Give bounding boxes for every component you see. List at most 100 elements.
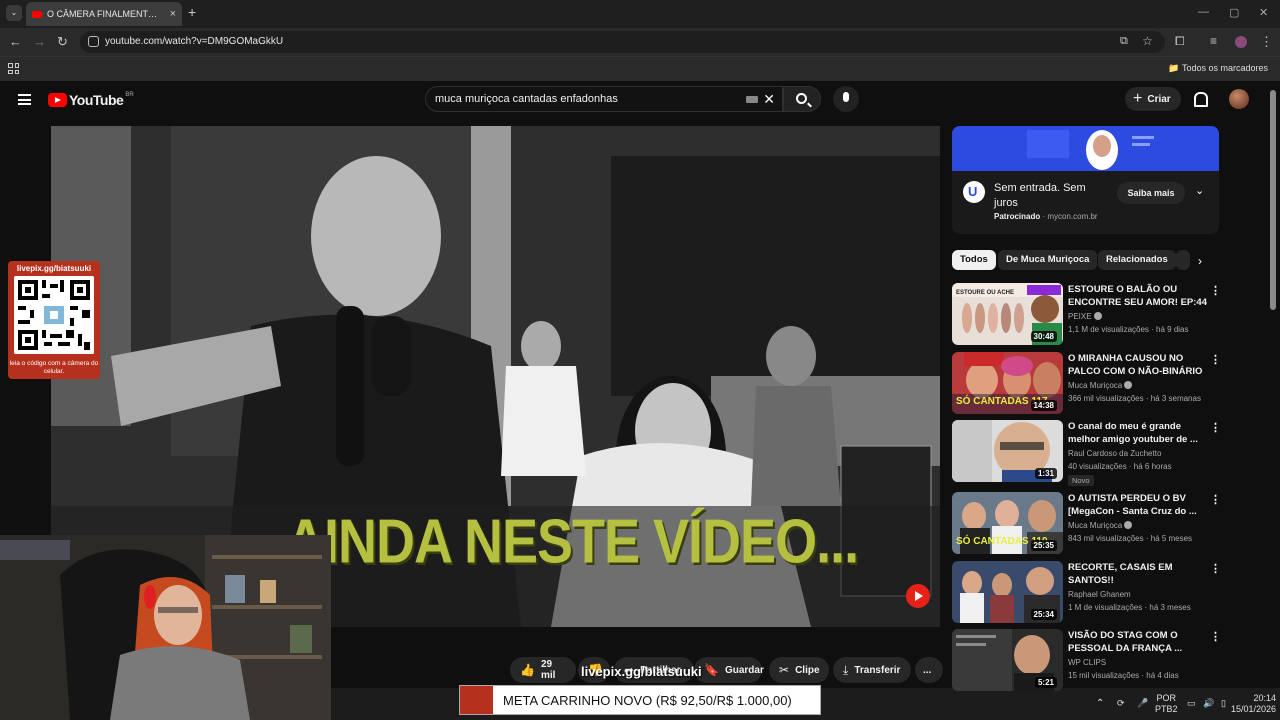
video-stats: 40 visualizações · há 6 horas bbox=[1068, 462, 1172, 471]
learn-more-button[interactable]: Saiba mais bbox=[1117, 182, 1185, 204]
verified-icon bbox=[1093, 312, 1102, 320]
more-actions-icon: ... bbox=[923, 664, 932, 676]
video-title: O AUTISTA PERDEU O BV [MegaCon - Santa C… bbox=[1068, 493, 1197, 517]
youtube-watermark-icon[interactable] bbox=[906, 584, 930, 608]
search-button[interactable] bbox=[783, 86, 821, 112]
qr-instructions: leia o código com a câmera do celular. bbox=[9, 360, 99, 375]
chevron-right-icon[interactable]: › bbox=[1198, 254, 1202, 268]
streamer-webcam bbox=[0, 535, 331, 720]
video-duration: 5:21 bbox=[1034, 677, 1057, 688]
channel-name: Raul Cardoso da Zuchetto bbox=[1068, 449, 1162, 458]
tab-title: O CÂMERA FINALMENTE BEIJO... bbox=[47, 9, 159, 19]
bookmarks-bar: 📁 Todos os marcadores bbox=[0, 56, 1280, 81]
plus-icon: + bbox=[1133, 90, 1143, 107]
ad-domain: mycon.com.br bbox=[1047, 212, 1098, 221]
ad-banner-image bbox=[952, 126, 1219, 171]
youtube-wordmark: YouTube bbox=[69, 92, 124, 108]
language-indicator[interactable]: POR PTB2 bbox=[1155, 693, 1178, 715]
chip-all[interactable]: Todos bbox=[952, 250, 996, 270]
search-icon bbox=[796, 93, 807, 104]
chevron-down-icon[interactable]: ⌄ bbox=[1195, 184, 1204, 197]
create-button[interactable]: + Criar bbox=[1125, 87, 1181, 111]
youtube-logo[interactable]: YouTube BR bbox=[48, 92, 134, 108]
video-overlay-text: AINDA NESTE VÍDEO... bbox=[286, 507, 859, 577]
profile-avatar[interactable] bbox=[1235, 36, 1247, 48]
extensions-icon[interactable]: ⧠ bbox=[1175, 34, 1185, 49]
notifications-bell-icon[interactable] bbox=[1193, 91, 1208, 107]
download-label: Transferir bbox=[854, 664, 901, 676]
tray-overflow-icon[interactable]: ⌃ bbox=[1096, 698, 1104, 709]
chip-from-channel[interactable]: De Muca Muriçoca bbox=[998, 250, 1098, 270]
video-stats: 843 mil visualizações · há 5 meses bbox=[1068, 534, 1193, 543]
back-arrow-icon[interactable]: ← bbox=[9, 34, 22, 49]
date: 15/01/2026 bbox=[1230, 704, 1276, 714]
more-actions-button[interactable]: ... bbox=[915, 657, 943, 683]
search-input[interactable]: muca muriçoca cantadas enfadonhas ✕ bbox=[425, 86, 783, 112]
more-options-icon[interactable]: ⋮ bbox=[1210, 353, 1221, 366]
close-tab-icon[interactable]: × bbox=[170, 8, 176, 20]
forward-arrow-icon[interactable]: → bbox=[33, 34, 46, 49]
address-bar[interactable]: youtube.com/watch?v=DM9GOMaGkkU ⧉ ☆ bbox=[80, 31, 1165, 53]
recommended-video[interactable]: 5:21 VISÃO DO STAG COM O PESSOAL DA FRAN… bbox=[952, 629, 1222, 691]
like-button[interactable]: 👍 29 mil bbox=[510, 657, 576, 683]
recommended-video[interactable]: SÓ CANTADAS 110 25:35 O AUTISTA PERDEU O… bbox=[952, 492, 1222, 554]
recommended-video[interactable]: 1:31 O canal do meu é grande melhor amig… bbox=[952, 420, 1222, 486]
channel-name: Muca Muriçoca bbox=[1068, 521, 1133, 530]
video-title: ESTOURE O BALÃO OU ENCONTRE SEU AMOR! EP… bbox=[1068, 284, 1207, 308]
clear-search-icon[interactable]: ✕ bbox=[763, 91, 775, 108]
more-options-icon[interactable]: ⋮ bbox=[1210, 493, 1221, 506]
create-label: Criar bbox=[1147, 93, 1171, 105]
tab-search-button[interactable]: ⌄ bbox=[6, 5, 22, 21]
goal-progress-fill bbox=[460, 686, 493, 714]
user-avatar[interactable] bbox=[1229, 89, 1249, 109]
volume-icon[interactable]: 🔊 bbox=[1203, 698, 1214, 709]
close-window-icon[interactable]: ✕ bbox=[1259, 6, 1268, 19]
all-bookmarks-folder[interactable]: 📁 Todos os marcadores bbox=[1168, 63, 1268, 74]
time: 20:14 bbox=[1253, 693, 1276, 703]
bookmark-star-icon[interactable]: ☆ bbox=[1142, 34, 1153, 48]
browser-menu-icon[interactable]: ⋮ bbox=[1260, 34, 1273, 50]
minimize-icon[interactable]: — bbox=[1198, 6, 1209, 18]
voice-search-button[interactable] bbox=[833, 86, 859, 112]
download-button[interactable]: ⤓ Transferir bbox=[833, 657, 911, 683]
install-app-icon[interactable]: ⧉ bbox=[1120, 35, 1128, 48]
maximize-icon[interactable]: ▢ bbox=[1229, 6, 1239, 19]
keyboard-layout: PTB2 bbox=[1155, 704, 1178, 714]
menu-icon[interactable] bbox=[18, 94, 31, 105]
network-icon[interactable]: ⟳ bbox=[1117, 698, 1125, 709]
clip-button[interactable]: ✂ Clipe bbox=[769, 657, 829, 683]
more-options-icon[interactable]: ⋮ bbox=[1210, 562, 1221, 575]
sponsored-label: Patrocinado bbox=[994, 212, 1041, 221]
save-label: Guardar bbox=[724, 664, 764, 676]
page-scrollbar[interactable] bbox=[1270, 90, 1276, 310]
clock[interactable]: 20:14 15/01/2026 bbox=[1226, 693, 1276, 715]
sponsored-ad[interactable]: Sem entrada. Sem juros Patrocinado · myc… bbox=[952, 126, 1219, 234]
chip-overflow[interactable] bbox=[1176, 250, 1190, 270]
keyboard-icon[interactable] bbox=[746, 96, 758, 103]
more-options-icon[interactable]: ⋮ bbox=[1210, 630, 1221, 643]
microphone-tray-icon[interactable]: 🎤 bbox=[1137, 698, 1148, 709]
all-bookmarks-label: Todos os marcadores bbox=[1181, 63, 1268, 73]
chip-related[interactable]: Relacionados bbox=[1098, 250, 1176, 270]
more-options-icon[interactable]: ⋮ bbox=[1210, 421, 1221, 434]
apps-grid-icon[interactable] bbox=[8, 63, 19, 74]
channel-label: Muca Muriçoca bbox=[1068, 381, 1123, 390]
save-button[interactable]: 🔖 Guardar bbox=[694, 657, 764, 683]
new-tab-button[interactable]: + bbox=[188, 4, 196, 20]
display-icon[interactable]: ▭ bbox=[1187, 698, 1196, 709]
scissors-icon: ✂ bbox=[779, 663, 790, 677]
browser-tab[interactable]: O CÂMERA FINALMENTE BEIJO... × bbox=[26, 2, 182, 26]
more-options-icon[interactable]: ⋮ bbox=[1210, 284, 1221, 297]
video-duration: 25:34 bbox=[1030, 609, 1057, 620]
video-duration: 25:35 bbox=[1030, 540, 1057, 551]
recommended-video[interactable]: 25:34 RECORTE, CASAIS EM SANTOS!! Raphae… bbox=[952, 561, 1222, 623]
youtube-header: YouTube BR muca muriçoca cantadas enfado… bbox=[0, 81, 1280, 121]
reload-icon[interactable]: ↻ bbox=[57, 34, 68, 50]
recommended-video[interactable]: SÓ CANTADAS 117 14:38 O MIRANHA CAUSOU N… bbox=[952, 352, 1222, 414]
clip-label: Clipe bbox=[795, 664, 820, 676]
video-title: RECORTE, CASAIS EM SANTOS!! bbox=[1068, 562, 1173, 586]
channel-label: Muca Muriçoca bbox=[1068, 521, 1123, 530]
site-info-icon[interactable] bbox=[88, 36, 99, 47]
recommended-video[interactable]: ESTOURE OU ACHE 30:48 ESTOURE O BALÃO OU… bbox=[952, 283, 1222, 345]
media-controls-icon[interactable]: ≡ bbox=[1210, 34, 1217, 48]
